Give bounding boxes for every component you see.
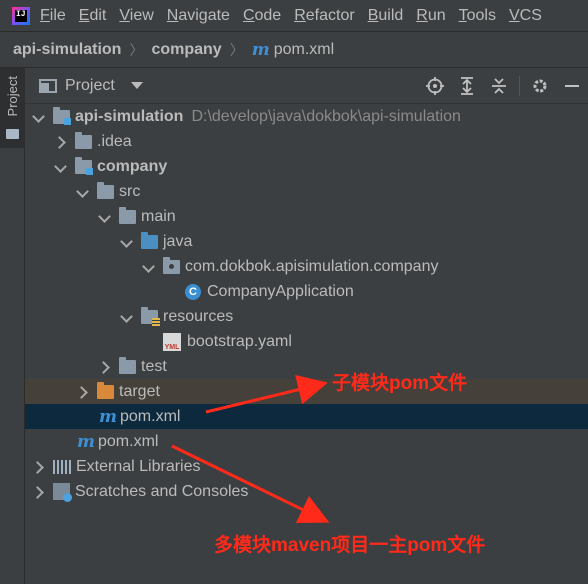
menu-vcs[interactable]: VCS <box>509 7 542 25</box>
breadcrumb-file[interactable]: pom.xml <box>274 41 334 59</box>
folder-icon <box>75 131 92 149</box>
tree-item-label: Scratches and Consoles <box>75 482 249 500</box>
locate-icon[interactable] <box>419 68 451 104</box>
module-folder-icon <box>75 156 93 175</box>
menu-navigate[interactable]: Navigate <box>167 7 230 25</box>
breadcrumb: api-simulation 〉 company 〉 m pom.xml <box>0 32 588 68</box>
chevron-down-icon[interactable] <box>119 309 135 325</box>
tree-row-src[interactable]: src <box>25 179 588 204</box>
project-panel-header: Project <box>25 68 588 104</box>
chevron-down-icon[interactable] <box>141 259 157 275</box>
folder-icon <box>119 356 136 374</box>
source-folder-icon <box>141 231 158 249</box>
chevron-down-icon[interactable] <box>97 209 113 225</box>
maven-file-icon: m <box>251 39 270 60</box>
tree-row-test[interactable]: test <box>25 354 588 379</box>
chevron-down-icon[interactable] <box>119 234 135 250</box>
tree-item-label: java <box>163 232 193 250</box>
tree-item-label: resources <box>163 307 234 325</box>
folder-icon <box>119 206 136 224</box>
tree-item-label: src <box>119 182 141 200</box>
tree-item-label: pom.xml <box>98 432 159 450</box>
chevron-down-icon[interactable] <box>31 109 47 125</box>
project-tab-label: Project <box>5 76 20 117</box>
class-icon: C <box>185 283 201 300</box>
scratches-icon <box>53 483 72 502</box>
project-tree: api-simulation D:\develop\java\dokbok\ap… <box>25 104 588 584</box>
hide-icon[interactable] <box>556 68 588 104</box>
menu-edit[interactable]: Edit <box>79 7 107 25</box>
tree-row-scratches[interactable]: Scratches and Consoles <box>25 479 588 504</box>
expand-all-icon[interactable] <box>451 68 483 104</box>
excluded-folder-icon <box>97 381 114 399</box>
project-view-icon <box>39 78 57 93</box>
folder-icon <box>6 129 19 139</box>
tree-item-label: CompanyApplication <box>207 282 354 300</box>
annotation-parent-pom: 多模块maven项目一主pom文件 <box>214 535 486 556</box>
tree-row-resources[interactable]: resources <box>25 304 588 329</box>
menu-file[interactable]: File <box>40 7 66 25</box>
module-folder-icon <box>53 106 71 125</box>
chevron-right-icon[interactable] <box>97 359 113 375</box>
chevron-right-icon[interactable] <box>31 484 47 500</box>
annotation-submodule-pom: 子模块pom文件 <box>332 373 468 394</box>
tree-row-company[interactable]: company <box>25 154 588 179</box>
tree-row-idea[interactable]: .idea <box>25 129 588 154</box>
tree-row-bootstrap-yaml[interactable]: YML bootstrap.yaml <box>25 329 588 354</box>
tree-item-label: main <box>141 207 176 225</box>
toolbar-divider <box>519 76 520 96</box>
tree-item-label: api-simulation <box>75 107 184 125</box>
tree-row-company-pom[interactable]: m pom.xml <box>25 404 588 429</box>
tree-item-label: External Libraries <box>76 457 201 475</box>
breadcrumb-separator-icon: 〉 <box>129 41 144 58</box>
tree-row-java[interactable]: java <box>25 229 588 254</box>
tree-item-label: .idea <box>97 132 132 150</box>
tree-item-label: test <box>141 357 167 375</box>
tree-item-label: com.dokbok.apisimulation.company <box>185 257 439 275</box>
breadcrumb-root[interactable]: api-simulation <box>13 41 121 59</box>
chevron-right-icon[interactable] <box>31 459 47 475</box>
menu-bar: IJ File Edit View Navigate Code Refactor… <box>0 0 588 32</box>
yaml-file-icon: YML <box>163 332 181 351</box>
breadcrumb-separator-icon: 〉 <box>229 41 244 58</box>
menu-refactor[interactable]: Refactor <box>294 7 354 25</box>
left-tool-strip: Project <box>0 68 25 584</box>
package-icon <box>163 256 180 274</box>
tree-row-api-simulation[interactable]: api-simulation D:\develop\java\dokbok\ap… <box>25 104 588 129</box>
folder-icon <box>97 181 114 199</box>
tree-row-main[interactable]: main <box>25 204 588 229</box>
tree-item-label: bootstrap.yaml <box>187 332 292 350</box>
libraries-icon <box>53 459 71 474</box>
project-view-title[interactable]: Project <box>65 77 115 95</box>
gear-icon[interactable] <box>524 68 556 104</box>
chevron-down-icon[interactable] <box>53 159 69 175</box>
tree-item-label: pom.xml <box>120 407 181 425</box>
menu-run[interactable]: Run <box>416 7 445 25</box>
tree-item-path: D:\develop\java\dokbok\api-simulation <box>191 107 461 125</box>
breadcrumb-module[interactable]: company <box>151 41 221 59</box>
menu-tools[interactable]: Tools <box>459 7 496 25</box>
collapse-all-icon[interactable] <box>483 68 515 104</box>
project-tool-tab[interactable]: Project <box>0 68 25 148</box>
tree-row-root-pom[interactable]: m pom.xml <box>25 429 588 454</box>
menu-code[interactable]: Code <box>243 7 281 25</box>
intellij-logo-icon[interactable]: IJ <box>12 6 30 25</box>
chevron-right-icon[interactable] <box>53 134 69 150</box>
maven-file-icon: m <box>77 431 95 452</box>
menu-build[interactable]: Build <box>368 7 404 25</box>
chevron-down-icon[interactable] <box>130 82 143 89</box>
tree-row-company-application[interactable]: C CompanyApplication <box>25 279 588 304</box>
tree-row-package[interactable]: com.dokbok.apisimulation.company <box>25 254 588 279</box>
tree-item-label: target <box>119 382 160 400</box>
tree-row-target[interactable]: target <box>25 379 588 404</box>
tree-item-label: company <box>97 157 168 175</box>
chevron-right-icon[interactable] <box>75 384 91 400</box>
resources-folder-icon <box>141 306 160 326</box>
tree-row-external-libraries[interactable]: External Libraries <box>25 454 588 479</box>
menu-view[interactable]: View <box>119 7 153 25</box>
chevron-down-icon[interactable] <box>75 184 91 200</box>
maven-file-icon: m <box>99 406 117 427</box>
